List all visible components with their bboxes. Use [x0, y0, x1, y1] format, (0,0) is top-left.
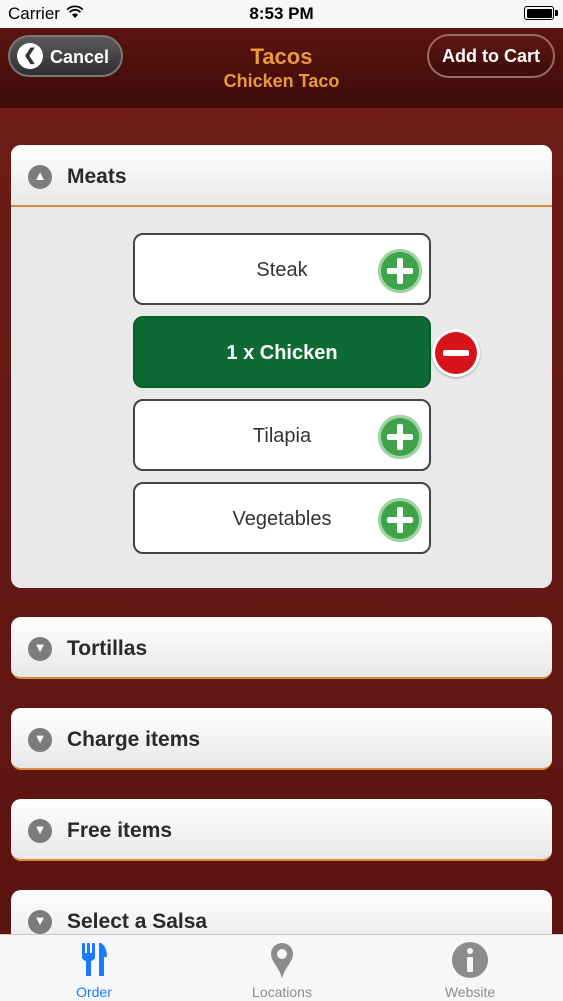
tab-website[interactable]: Website: [376, 935, 563, 1001]
options-list: ▲ Meats Steak 1 x Chicken Tilapia Vegeta…: [0, 108, 563, 934]
option-tilapia[interactable]: Tilapia: [133, 399, 431, 471]
chevron-down-icon: ▼: [28, 637, 52, 661]
option-vegetables[interactable]: Vegetables: [133, 482, 431, 554]
option-chicken[interactable]: 1 x Chicken: [133, 316, 431, 388]
fork-knife-icon: [82, 943, 107, 976]
tab-locations[interactable]: Locations: [188, 935, 376, 1001]
section-header-select-salsa[interactable]: ▼ Select a Salsa: [11, 890, 552, 934]
section-tortillas[interactable]: ▼ Tortillas: [11, 617, 552, 679]
tab-bar: Order Locations Website: [0, 934, 563, 1001]
section-header-tortillas[interactable]: ▼ Tortillas: [11, 617, 552, 679]
chevron-down-icon: ▼: [28, 728, 52, 752]
chevron-down-icon: ▼: [28, 910, 52, 934]
section-charge-items[interactable]: ▼ Charge items: [11, 708, 552, 770]
battery-icon: [524, 6, 558, 20]
status-bar: Carrier 8:53 PM: [0, 0, 563, 28]
section-title: Select a Salsa: [67, 910, 208, 933]
add-to-cart-button[interactable]: Add to Cart: [427, 34, 555, 78]
chevron-up-icon: ▲: [28, 165, 52, 189]
tab-label: Locations: [252, 984, 312, 1000]
option-steak[interactable]: Steak: [133, 233, 431, 305]
nav-bar: ❮ Cancel Tacos Chicken Taco Add to Cart: [0, 28, 563, 109]
section-meats: ▲ Meats Steak 1 x Chicken Tilapia Vegeta…: [11, 145, 552, 588]
section-title: Free items: [67, 819, 173, 842]
section-select-salsa[interactable]: ▼ Select a Salsa: [11, 890, 552, 934]
info-icon: [452, 942, 488, 978]
section-title: Tortillas: [67, 637, 148, 660]
add-icon[interactable]: [378, 498, 422, 542]
section-title: Meats: [67, 165, 127, 188]
tab-order[interactable]: Order: [0, 935, 188, 1001]
section-header-meats[interactable]: ▲ Meats: [11, 145, 552, 207]
tab-label: Website: [444, 984, 496, 1000]
map-pin-icon: [271, 943, 293, 979]
tab-label: Order: [76, 984, 112, 1000]
option-label: 1 x Chicken: [226, 342, 338, 364]
section-free-items[interactable]: ▼ Free items: [11, 799, 552, 861]
status-time: 8:53 PM: [249, 4, 314, 23]
section-header-charge-items[interactable]: ▼ Charge items: [11, 708, 552, 770]
section-header-free-items[interactable]: ▼ Free items: [11, 799, 552, 861]
section-title: Charge items: [67, 728, 201, 751]
add-icon[interactable]: [378, 249, 422, 293]
chevron-down-icon: ▼: [28, 819, 52, 843]
add-icon[interactable]: [378, 415, 422, 459]
remove-icon[interactable]: [435, 332, 477, 374]
